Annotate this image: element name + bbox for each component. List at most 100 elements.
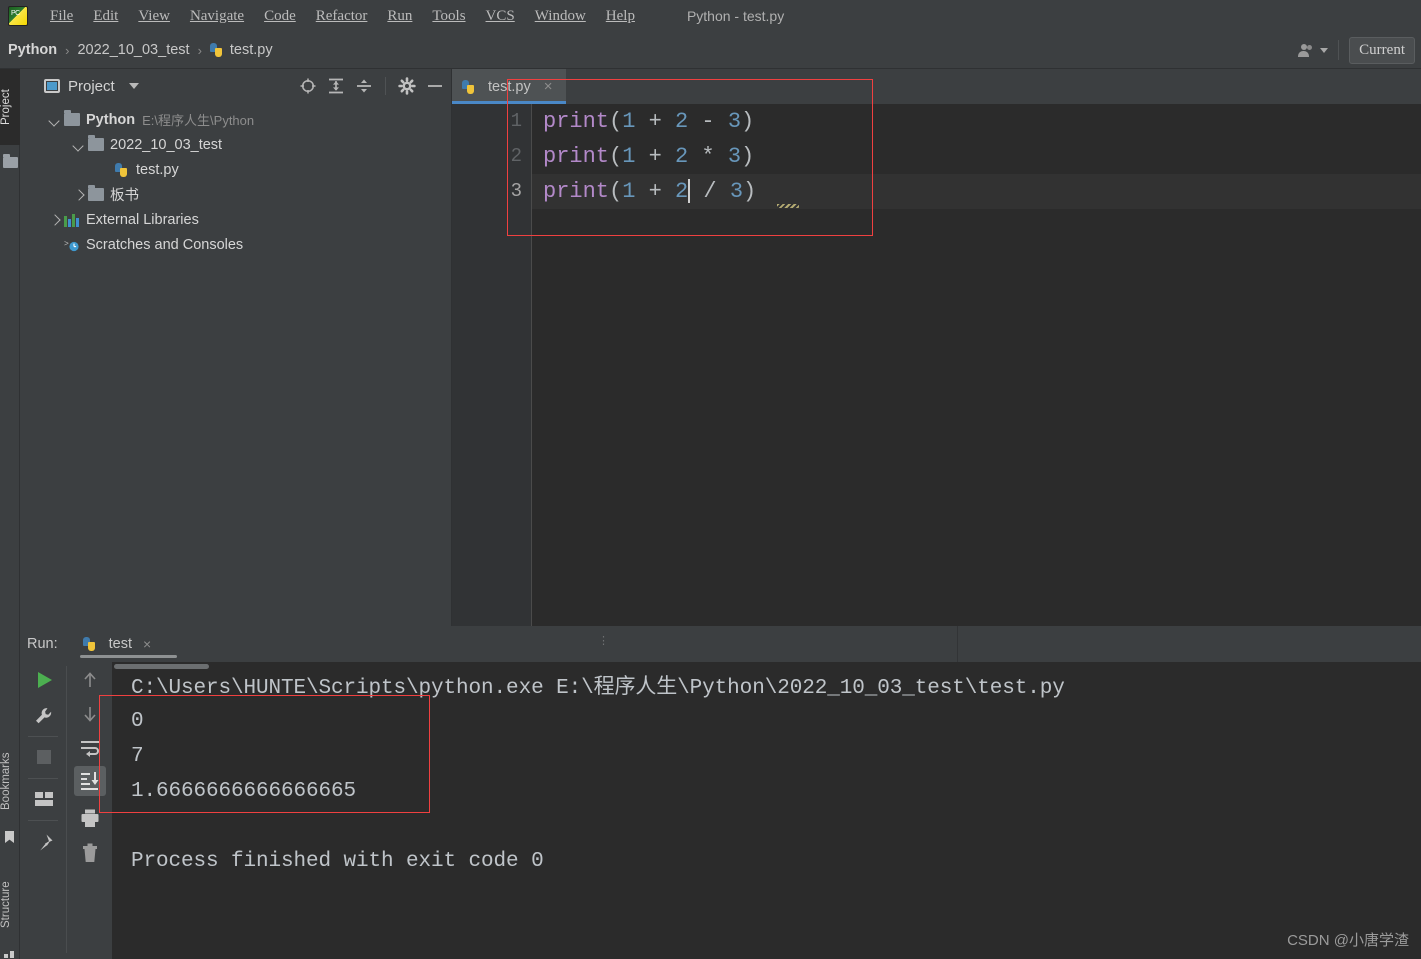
tree-item-label: test.py [136, 161, 179, 178]
run-tab-test[interactable]: test × [79, 626, 177, 662]
locate-target-icon[interactable] [299, 77, 317, 95]
sidebar-item-project[interactable]: Project [0, 69, 20, 145]
menu-navigate[interactable]: Navigate [180, 5, 254, 28]
editor-tab-strip: test.py × [452, 69, 1421, 104]
collapse-all-icon[interactable] [355, 77, 373, 95]
chevron-right-icon[interactable] [48, 213, 61, 226]
editor-area: test.py × 1 2 3 print(1 + 2 - 3) print(1… [452, 69, 1421, 626]
tree-item-scratches-consoles[interactable]: > Scratches and Consoles [20, 232, 451, 257]
pin-icon[interactable] [33, 832, 55, 854]
trash-icon[interactable] [80, 842, 100, 864]
left-tool-strip: Project Bookmarks Structure [0, 69, 20, 959]
code-line-1[interactable]: print(1 + 2 - 3) [532, 104, 1421, 139]
pycharm-logo-icon [8, 6, 28, 26]
minimize-icon[interactable] [426, 77, 444, 95]
menu-code-label: Code [264, 7, 296, 24]
menu-tools[interactable]: Tools [422, 5, 475, 28]
console-output-line-2: 7 [131, 745, 144, 768]
arrow-down-icon[interactable] [80, 704, 100, 724]
menu-edit-label: Edit [93, 7, 119, 24]
structure-icon [4, 949, 16, 958]
project-tool-window: Project Python E:\程序人生\Python 2022_10_03… [20, 69, 452, 626]
code-line-2[interactable]: print(1 + 2 * 3) [532, 139, 1421, 174]
stop-icon[interactable] [35, 748, 53, 766]
menu-file-label: File [50, 7, 74, 24]
menu-run[interactable]: Run [377, 5, 422, 28]
pycharm-window: File Edit View Navigate Code Refactor Ru… [0, 0, 1421, 959]
run-configuration-selector[interactable]: Current [1349, 36, 1415, 64]
scratches-icon: > [64, 238, 80, 252]
chevron-right-icon[interactable] [72, 188, 85, 201]
breadcrumb-item-folder[interactable]: 2022_10_03_test [77, 42, 189, 58]
toolbar-separator [28, 736, 58, 737]
menu-refactor[interactable]: Refactor [306, 5, 378, 28]
layout-icon[interactable] [33, 789, 55, 809]
rerun-play-icon[interactable] [33, 669, 55, 691]
navigation-bar: Python › 2022_10_03_test › test.py Curre… [0, 32, 1421, 69]
menu-edit[interactable]: Edit [83, 5, 128, 28]
syntax-warning-squiggle [777, 204, 799, 208]
tree-item-test-py[interactable]: test.py [20, 157, 451, 182]
project-tree: Python E:\程序人生\Python 2022_10_03_test te… [20, 103, 451, 626]
sidebar-item-structure[interactable]: Structure [0, 865, 20, 945]
chevron-down-icon[interactable] [48, 113, 61, 126]
expand-all-icon[interactable] [327, 77, 345, 95]
menu-vcs[interactable]: VCS [476, 5, 525, 28]
print-icon[interactable] [79, 807, 101, 829]
run-toolbar-left-column [20, 662, 66, 959]
python-file-icon [209, 42, 225, 58]
run-panel-header: Run: test × [20, 626, 957, 662]
library-icon [64, 213, 80, 227]
console-output-line-3: 1.6666666666666665 [131, 780, 357, 803]
arrow-up-icon[interactable] [80, 670, 100, 690]
close-icon[interactable]: × [143, 636, 151, 652]
line-number-2: 2 [510, 145, 522, 167]
run-console[interactable]: C:\Users\HUNTE\Scripts\python.exe E:\程序人… [112, 662, 1421, 959]
line-number-1: 1 [510, 110, 522, 132]
folder-icon [88, 185, 104, 201]
menu-help[interactable]: Help [596, 5, 645, 28]
tree-item-2022-10-03-test[interactable]: 2022_10_03_test [20, 132, 451, 157]
breadcrumb-item-project[interactable]: Python [8, 42, 57, 58]
soft-wrap-icon[interactable] [79, 738, 101, 758]
close-icon[interactable]: × [544, 78, 553, 95]
menu-code[interactable]: Code [254, 5, 306, 28]
run-tab-label: test [108, 636, 133, 652]
tree-item-banshu[interactable]: 板书 [20, 182, 451, 207]
tree-item-python-root[interactable]: Python E:\程序人生\Python [20, 107, 451, 132]
chevron-down-icon[interactable] [1320, 47, 1329, 53]
menu-view[interactable]: View [128, 5, 180, 28]
menu-window[interactable]: Window [525, 5, 596, 28]
folder-icon [88, 135, 104, 151]
breadcrumb-item-file[interactable]: test.py [230, 42, 273, 58]
chevron-down-icon[interactable] [72, 138, 85, 151]
tree-item-external-libraries[interactable]: External Libraries [20, 207, 451, 232]
toolbar-separator [28, 778, 58, 779]
code-line-3[interactable]: print(1 + 2 / 3) [532, 174, 1421, 209]
menu-file[interactable]: File [40, 5, 83, 28]
run-tool-window: Run: test × ⋮ C:\Users\HUNTE\Scripts\pyt… [20, 626, 1421, 959]
project-panel-title: Project [68, 77, 115, 95]
project-folder-icon [3, 154, 18, 168]
bookmark-icon [5, 831, 14, 843]
tree-item-label: External Libraries [86, 211, 199, 228]
watermark-text: CSDN @小唐学渣 [1287, 932, 1409, 949]
user-account-icon[interactable] [1298, 43, 1314, 58]
editor-tab-test-py[interactable]: test.py × [452, 69, 566, 104]
menu-refactor-label: Refactor [315, 7, 368, 24]
console-scroll-indicator[interactable] [114, 664, 209, 669]
menu-window-label: Window [534, 7, 586, 24]
scroll-to-end-icon[interactable] [79, 770, 101, 792]
chevron-down-icon[interactable] [128, 83, 139, 89]
run-toolbar [20, 662, 112, 959]
python-file-icon [462, 79, 477, 95]
toolbar-separator [28, 820, 58, 821]
folder-icon [64, 110, 80, 126]
code-editor[interactable]: 1 2 3 print(1 + 2 - 3) print(1 + 2 * 3) … [452, 104, 1421, 626]
breadcrumb-separator-2: › [197, 42, 202, 58]
sidebar-item-bookmarks[interactable]: Bookmarks [0, 735, 20, 827]
gear-icon[interactable] [398, 77, 416, 95]
tree-item-label: 板书 [110, 188, 139, 204]
splitter-handle[interactable]: ⋮ [598, 634, 610, 647]
wrench-settings-icon[interactable] [33, 705, 55, 727]
